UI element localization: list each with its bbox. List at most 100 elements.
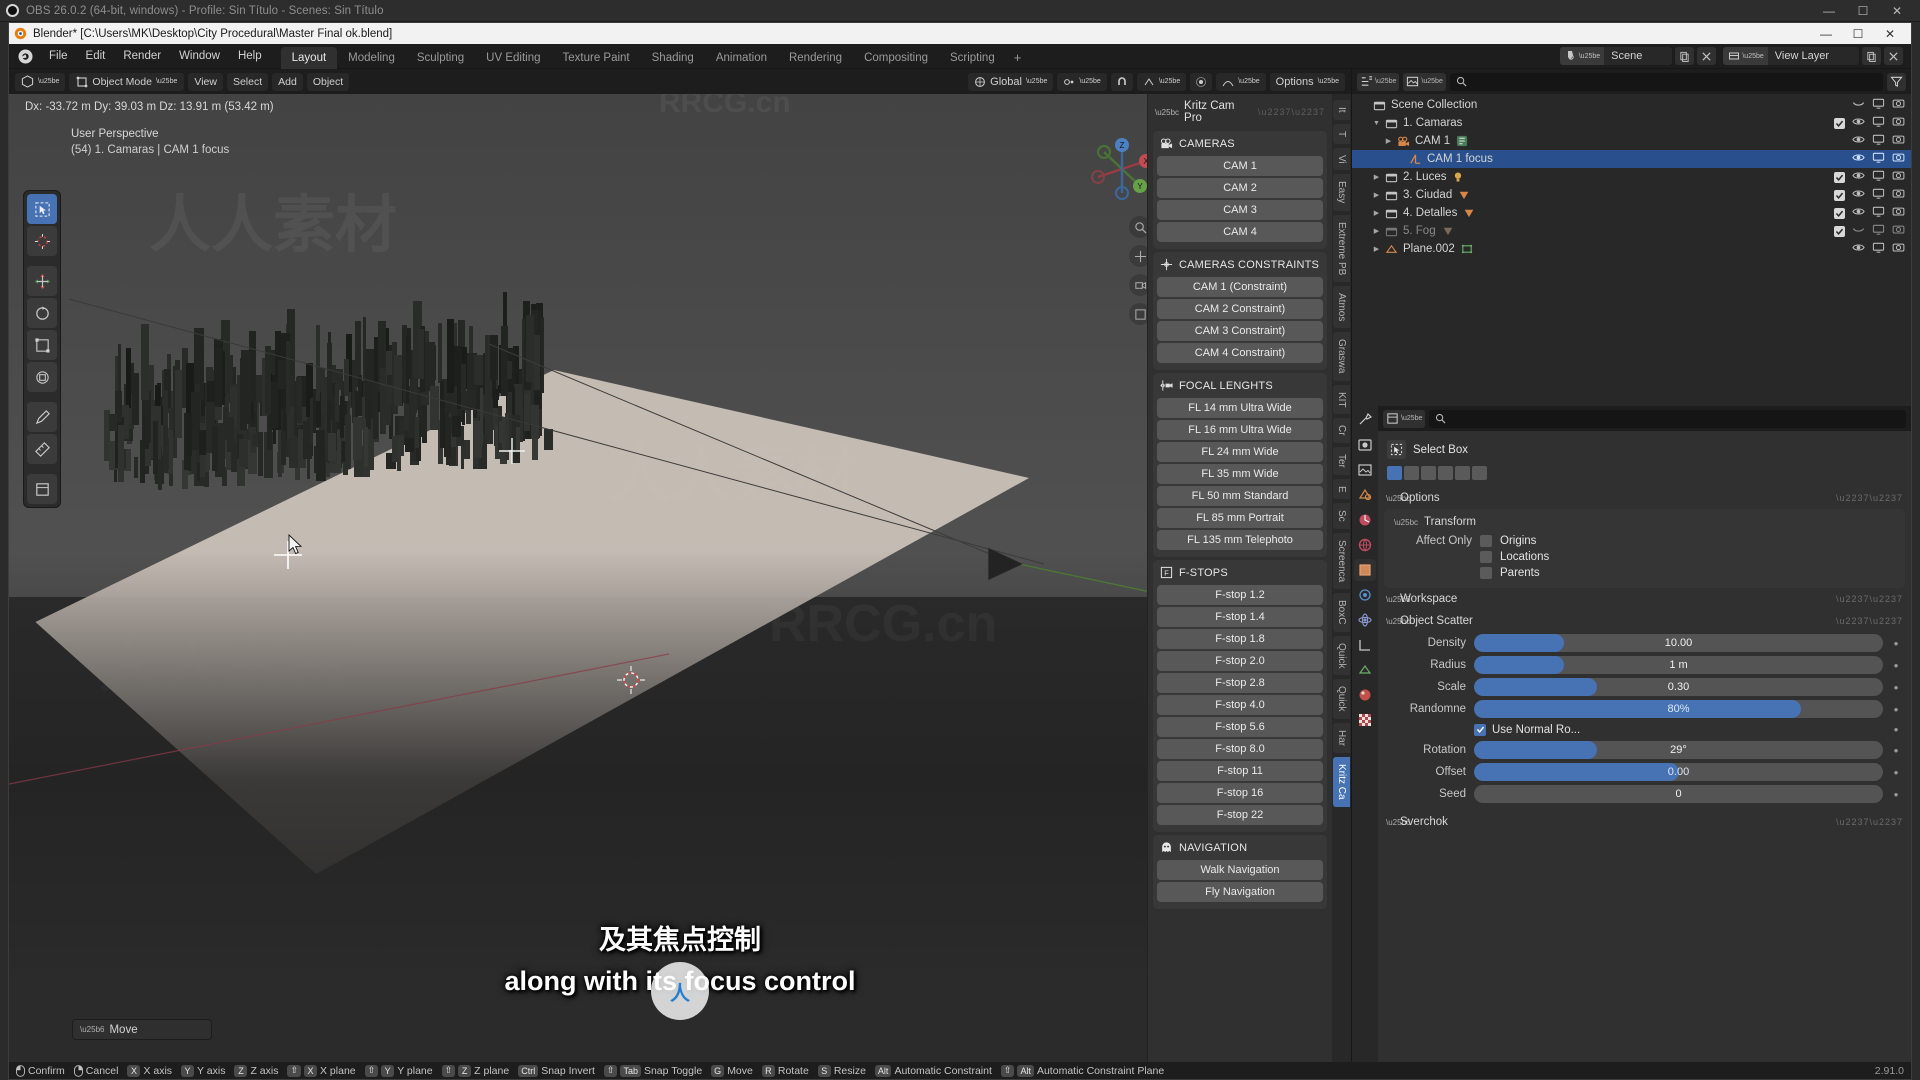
hide-in-viewport-icon[interactable] (1852, 151, 1865, 167)
disclosure-triangle[interactable]: ▶ (1382, 137, 1395, 145)
np-button-cam-1-constraint-[interactable]: CAM 1 (Constraint) (1157, 277, 1323, 297)
prop-tab-material[interactable] (1354, 684, 1376, 706)
scatter-slider-seed[interactable]: 0 (1474, 785, 1883, 803)
mode-extend[interactable] (1404, 466, 1419, 480)
viewport-options-dropdown[interactable]: Options \u25be (1269, 72, 1345, 91)
workspace-tab-layout[interactable]: Layout (280, 46, 338, 69)
workspace-tab-texture-paint[interactable]: Texture Paint (552, 47, 641, 69)
npanel-tab-kritz-ca-17[interactable]: Kritz Ca (1333, 757, 1350, 807)
disable-in-viewports-icon[interactable] (1872, 133, 1885, 149)
disclosure-triangle[interactable]: ▶ (1370, 191, 1383, 199)
tool-annotate[interactable] (27, 402, 57, 432)
np-button-f-stop-2-8[interactable]: F-stop 2.8 (1157, 673, 1323, 693)
npanel-tab-graswa-6[interactable]: Graswa (1333, 332, 1350, 381)
outliner-exclude-checkbox[interactable] (1834, 117, 1845, 129)
disable-in-renders-icon[interactable] (1892, 223, 1905, 239)
np-button-cam-2[interactable]: CAM 2 (1157, 178, 1323, 198)
hide-in-viewport-icon[interactable] (1852, 169, 1865, 185)
np-button-cam-2-constraint-[interactable]: CAM 2 Constraint) (1157, 299, 1323, 319)
tool-add-cube[interactable] (27, 474, 57, 504)
prop-tab-physics[interactable] (1354, 609, 1376, 631)
workspace-tab-sculpting[interactable]: Sculpting (406, 47, 475, 69)
np-button-cam-1[interactable]: CAM 1 (1157, 156, 1323, 176)
proportional-falloff-selector[interactable]: \u25be (1216, 72, 1266, 91)
np-button-f-stop-22[interactable]: F-stop 22 (1157, 805, 1323, 825)
disable-in-renders-icon[interactable] (1892, 241, 1905, 257)
tool-rotate[interactable] (27, 298, 57, 328)
transform-collapse-arrow[interactable]: \u25bc (1394, 518, 1418, 527)
view-layer-selector[interactable]: \u25be View Layer (1723, 47, 1859, 65)
hide-in-viewport-icon[interactable] (1852, 97, 1865, 113)
np-button-fl-24-mm-wide[interactable]: FL 24 mm Wide (1157, 442, 1323, 462)
np-button-fl-35-mm-wide[interactable]: FL 35 mm Wide (1157, 464, 1323, 484)
panel-head-workspace[interactable]: \u25b6 Workspace \u2237\u2237 (1378, 588, 1911, 610)
mode-difference[interactable] (1472, 466, 1487, 480)
blender-app-icon[interactable] (17, 48, 34, 65)
workspace-tab-animation[interactable]: Animation (705, 47, 778, 69)
checkbox-parents[interactable] (1480, 567, 1492, 579)
tool-transform[interactable] (27, 362, 57, 392)
npanel-tab-ter-9[interactable]: Ter (1333, 446, 1350, 475)
np-button-fl-85-mm-portrait[interactable]: FL 85 mm Portrait (1157, 508, 1323, 528)
tool-select-box[interactable] (27, 194, 57, 224)
np-button-f-stop-2-0[interactable]: F-stop 2.0 (1157, 651, 1323, 671)
np-button-f-stop-11[interactable]: F-stop 11 (1157, 761, 1323, 781)
np-button-fl-135-mm-telephoto[interactable]: FL 135 mm Telephoto (1157, 530, 1323, 550)
disable-in-renders-icon[interactable] (1892, 169, 1905, 185)
np-button-f-stop-8-0[interactable]: F-stop 8.0 (1157, 739, 1323, 759)
obs-maximize-button[interactable]: ☐ (1846, 0, 1880, 22)
hide-in-viewport-icon[interactable] (1852, 205, 1865, 221)
np-button-f-stop-16[interactable]: F-stop 16 (1157, 783, 1323, 803)
npanel-tab-quick-14[interactable]: Quick (1333, 635, 1350, 676)
select-menu[interactable]: Select (226, 72, 269, 91)
npanel-tab-easy-3[interactable]: Easy (1333, 174, 1350, 211)
outliner-row-1-camaras[interactable]: ▼ 1. Camaras (1352, 114, 1911, 132)
outliner-exclude-checkbox[interactable] (1834, 207, 1845, 219)
tool-cursor[interactable] (27, 226, 57, 256)
object-scatter-collapse-arrow[interactable]: \u25bc (1386, 617, 1410, 626)
properties-search-input[interactable] (1429, 409, 1906, 428)
sverchok-collapse-arrow[interactable]: \u25b6 (1386, 818, 1410, 827)
empty-target-secondary[interactable] (497, 436, 527, 466)
panel-head-object-scatter[interactable]: \u25bc Object Scatter \u2237\u2237 (1378, 610, 1911, 632)
outliner-exclude-checkbox[interactable] (1834, 171, 1845, 183)
workspace-collapse-arrow[interactable]: \u25b6 (1386, 595, 1410, 604)
npanel-tab-atmos-5[interactable]: Atmos (1333, 285, 1350, 329)
menu-render[interactable]: Render (114, 47, 170, 65)
scatter-slider-offset[interactable]: 0.00 (1474, 763, 1883, 781)
prop-tab-constraints[interactable] (1354, 634, 1376, 656)
mode-subtract[interactable] (1421, 466, 1436, 480)
animate-property-button[interactable]: • (1891, 658, 1901, 673)
tool-scale[interactable] (27, 330, 57, 360)
npanel-tab-t-1[interactable]: T (1333, 123, 1350, 144)
np-button-f-stop-4-0[interactable]: F-stop 4.0 (1157, 695, 1323, 715)
disclosure-triangle[interactable]: ▼ (1370, 120, 1383, 127)
prop-tab-output[interactable] (1354, 459, 1376, 481)
npanel-tab-cr-8[interactable]: Cr (1333, 418, 1350, 443)
outliner-display-mode-selector[interactable]: \u25be (1403, 72, 1446, 91)
object-scatter-panel-grip[interactable]: \u2237\u2237 (1836, 616, 1903, 626)
npanel-tab-it-0[interactable]: It (1333, 100, 1350, 120)
scene-selector[interactable]: \u25be Scene (1559, 47, 1673, 65)
disable-in-viewports-icon[interactable] (1872, 205, 1885, 221)
interaction-mode-selector[interactable]: Object Mode \u25be (69, 72, 185, 91)
add-workspace-button[interactable]: + (1006, 46, 1030, 69)
npanel-tab-boxc-13[interactable]: BoxC (1333, 593, 1350, 632)
menu-help[interactable]: Help (229, 47, 271, 65)
panel-grip[interactable]: \u2237\u2237 (1258, 107, 1325, 117)
hide-in-viewport-icon[interactable] (1852, 187, 1865, 203)
options-panel-grip[interactable]: \u2237\u2237 (1836, 493, 1903, 503)
npanel-tab-extreme-pb-4[interactable]: Extreme PB (1333, 214, 1350, 282)
outliner-row-4-detalles[interactable]: ▶ 4. Detalles (1352, 204, 1911, 222)
snap-magnet-toggle[interactable] (1110, 72, 1133, 91)
snap-pivot-selector[interactable]: \u25be (1057, 72, 1107, 91)
hide-in-viewport-icon[interactable] (1852, 241, 1865, 257)
new-scene-button[interactable] (1675, 47, 1695, 65)
prop-tab-view-layer[interactable] (1354, 484, 1376, 506)
object-menu[interactable]: Object (306, 72, 350, 91)
workspace-tab-modeling[interactable]: Modeling (337, 47, 406, 69)
workspace-tab-compositing[interactable]: Compositing (853, 47, 939, 69)
outliner-search-input[interactable] (1449, 72, 1883, 91)
scatter-slider-scale[interactable]: 0.30 (1474, 678, 1883, 696)
sverchok-panel-grip[interactable]: \u2237\u2237 (1836, 817, 1903, 827)
